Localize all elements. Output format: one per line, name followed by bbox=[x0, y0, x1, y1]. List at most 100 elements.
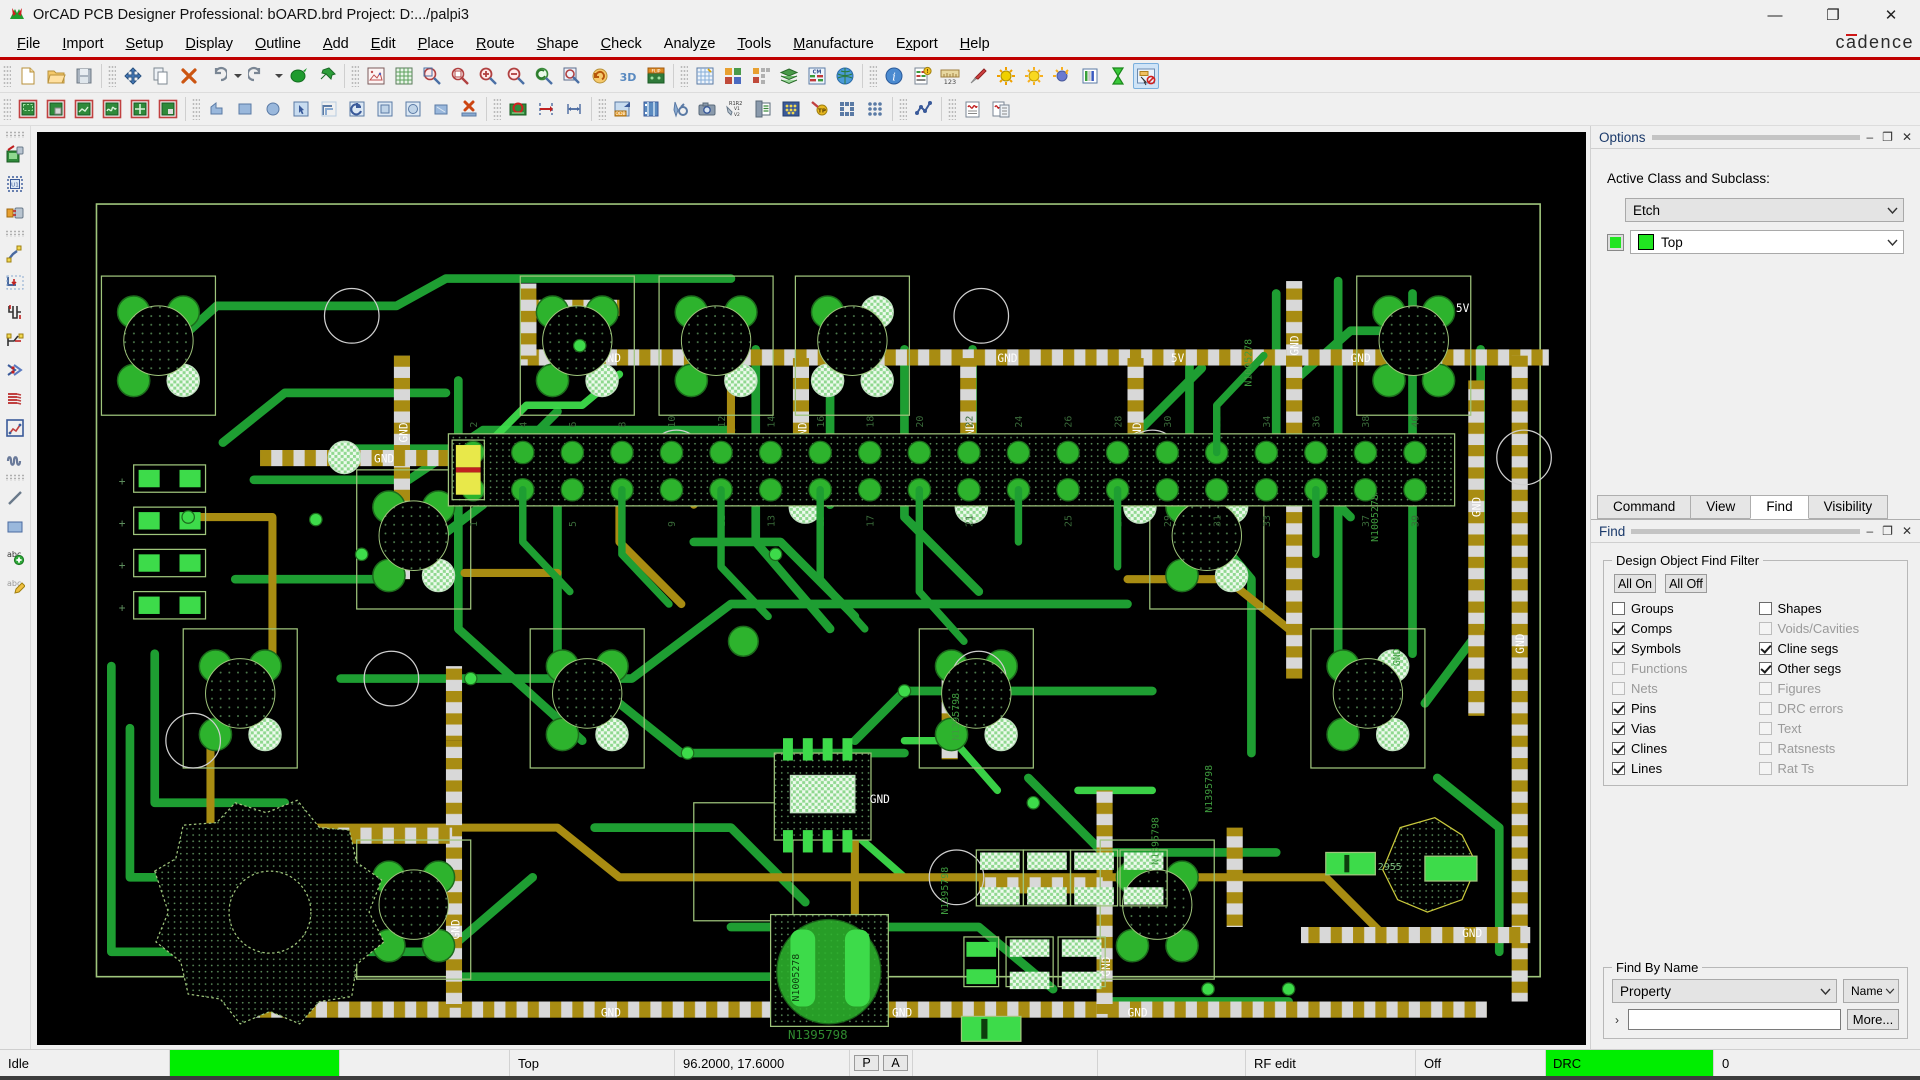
bga-matrix-icon[interactable] bbox=[778, 96, 804, 122]
fill-rect-icon[interactable] bbox=[372, 96, 398, 122]
offset-icon[interactable] bbox=[316, 96, 342, 122]
tab-find[interactable]: Find bbox=[1750, 495, 1809, 519]
slide-icon[interactable] bbox=[2, 269, 29, 296]
find-filter-vias[interactable]: Vias bbox=[1612, 719, 1753, 737]
close-button[interactable]: ✕ bbox=[1862, 0, 1920, 30]
add-text-icon[interactable]: abc bbox=[2, 542, 29, 569]
menu-item-analyze[interactable]: Analyze bbox=[653, 33, 727, 55]
place-component-icon[interactable]: U1 bbox=[2, 170, 29, 197]
open-file-icon[interactable] bbox=[43, 63, 69, 89]
redo-dropdown-icon[interactable] bbox=[272, 63, 285, 89]
refresh-icon[interactable] bbox=[587, 63, 613, 89]
status-key-p[interactable]: P bbox=[854, 1055, 879, 1071]
silkscreen-icon[interactable]: R1R2 V1 V2 bbox=[722, 96, 748, 122]
status-key-a[interactable]: A bbox=[883, 1055, 908, 1071]
info-icon[interactable]: i bbox=[881, 63, 907, 89]
circle-icon[interactable] bbox=[260, 96, 286, 122]
padstack-icon[interactable] bbox=[834, 96, 860, 122]
pcb-layout-canvas[interactable]: GND GND 5V GND 5V GND GND GND GND GND GN… bbox=[37, 132, 1586, 1045]
menu-item-setup[interactable]: Setup bbox=[114, 33, 174, 55]
find-filter-groups[interactable]: Groups bbox=[1612, 599, 1753, 617]
add-connect-icon[interactable] bbox=[2, 240, 29, 267]
active-class-dropdown[interactable]: Etch bbox=[1625, 198, 1904, 222]
waveform-report-icon[interactable] bbox=[960, 96, 986, 122]
layers-icon[interactable] bbox=[776, 63, 802, 89]
toolbar-grip[interactable] bbox=[899, 98, 907, 120]
find-filter-pins[interactable]: Pins bbox=[1612, 699, 1753, 717]
shape-manual-icon[interactable] bbox=[99, 96, 125, 122]
options-close-button[interactable]: ✕ bbox=[1902, 131, 1912, 143]
swap-icon[interactable] bbox=[2, 199, 29, 226]
find-by-name-input[interactable] bbox=[1628, 1009, 1841, 1030]
subclass-visibility-swatch[interactable] bbox=[1607, 233, 1624, 251]
save-icon[interactable] bbox=[71, 63, 97, 89]
menu-item-display[interactable]: Display bbox=[174, 33, 244, 55]
dimension-linear-icon[interactable] bbox=[561, 96, 587, 122]
maximize-button[interactable]: ❐ bbox=[1804, 0, 1862, 30]
minimize-button[interactable]: — bbox=[1746, 0, 1804, 30]
shape-select-icon[interactable] bbox=[43, 96, 69, 122]
custom-smooth-icon[interactable] bbox=[2, 327, 29, 354]
pin-icon[interactable] bbox=[314, 63, 340, 89]
menu-item-add[interactable]: Add bbox=[312, 33, 360, 55]
shape-compose-icon[interactable] bbox=[127, 96, 153, 122]
auto-route-icon[interactable] bbox=[2, 414, 29, 441]
grid-toggle-icon[interactable] bbox=[391, 63, 417, 89]
new-file-icon[interactable] bbox=[15, 63, 41, 89]
toolbar-grip[interactable] bbox=[948, 98, 956, 120]
shape-edit-icon[interactable] bbox=[71, 96, 97, 122]
report-icon[interactable]: ! bbox=[909, 63, 935, 89]
signal-analysis-icon[interactable] bbox=[911, 96, 937, 122]
sun-icon[interactable] bbox=[1021, 63, 1047, 89]
toolbar-grip[interactable] bbox=[3, 65, 11, 87]
netlist-report-icon[interactable] bbox=[750, 96, 776, 122]
toolbar-grip[interactable] bbox=[493, 98, 501, 120]
menu-item-manufacture[interactable]: Manufacture bbox=[782, 33, 885, 55]
menu-item-import[interactable]: Import bbox=[51, 33, 114, 55]
toolbar-grip[interactable] bbox=[351, 65, 359, 87]
drill-legend-icon[interactable] bbox=[666, 96, 692, 122]
select-filter-icon[interactable] bbox=[1133, 63, 1159, 89]
toolbar-grip[interactable] bbox=[108, 65, 116, 87]
zoom-in-icon[interactable] bbox=[475, 63, 501, 89]
add-rect-icon[interactable] bbox=[2, 513, 29, 540]
expand-arrow-icon[interactable]: › bbox=[1612, 1013, 1622, 1027]
tab-view[interactable]: View bbox=[1690, 495, 1752, 519]
options-minimize-button[interactable]: – bbox=[1866, 131, 1873, 143]
find-filter-symbols[interactable]: Symbols bbox=[1612, 639, 1753, 657]
delete-shape-icon[interactable] bbox=[456, 96, 482, 122]
shape-add-icon[interactable] bbox=[15, 96, 41, 122]
drc-board-icon[interactable] bbox=[505, 96, 531, 122]
find-filter-comps[interactable]: Comps bbox=[1612, 619, 1753, 637]
place-manual-icon[interactable] bbox=[2, 141, 29, 168]
dimension-edge-icon[interactable] bbox=[533, 96, 559, 122]
film-icon[interactable] bbox=[638, 96, 664, 122]
fill-circle-icon[interactable] bbox=[400, 96, 426, 122]
delete-icon[interactable] bbox=[176, 63, 202, 89]
rectangle-icon[interactable] bbox=[232, 96, 258, 122]
rotate-icon[interactable] bbox=[344, 96, 370, 122]
find-by-name-mode-dropdown[interactable]: Name bbox=[1843, 979, 1899, 1003]
grid-setup-icon[interactable] bbox=[692, 63, 718, 89]
menu-item-help[interactable]: Help bbox=[949, 33, 1001, 55]
menu-item-check[interactable]: Check bbox=[590, 33, 653, 55]
color-view-icon[interactable] bbox=[363, 63, 389, 89]
contour-route-icon[interactable] bbox=[2, 443, 29, 470]
menu-item-export[interactable]: Export bbox=[885, 33, 949, 55]
sim-report-icon[interactable] bbox=[988, 96, 1014, 122]
dehighlight-icon[interactable] bbox=[993, 63, 1019, 89]
menu-item-place[interactable]: Place bbox=[407, 33, 465, 55]
menu-item-outline[interactable]: Outline bbox=[244, 33, 312, 55]
globe-icon[interactable] bbox=[832, 63, 858, 89]
layer-bars-icon[interactable] bbox=[1077, 63, 1103, 89]
move-icon[interactable] bbox=[120, 63, 146, 89]
undo-dropdown-icon[interactable] bbox=[231, 63, 244, 89]
find-close-button[interactable]: ✕ bbox=[1902, 525, 1912, 537]
array-icon[interactable] bbox=[862, 96, 888, 122]
toolbar-grip[interactable] bbox=[192, 98, 200, 120]
find-filter-cline-segs[interactable]: Cline segs bbox=[1758, 639, 1900, 657]
find-filter-lines[interactable]: Lines bbox=[1612, 759, 1753, 777]
toolbar-grip[interactable] bbox=[598, 98, 606, 120]
toolbar-grip[interactable] bbox=[680, 65, 688, 87]
vtoolbar-grip[interactable] bbox=[5, 474, 25, 481]
